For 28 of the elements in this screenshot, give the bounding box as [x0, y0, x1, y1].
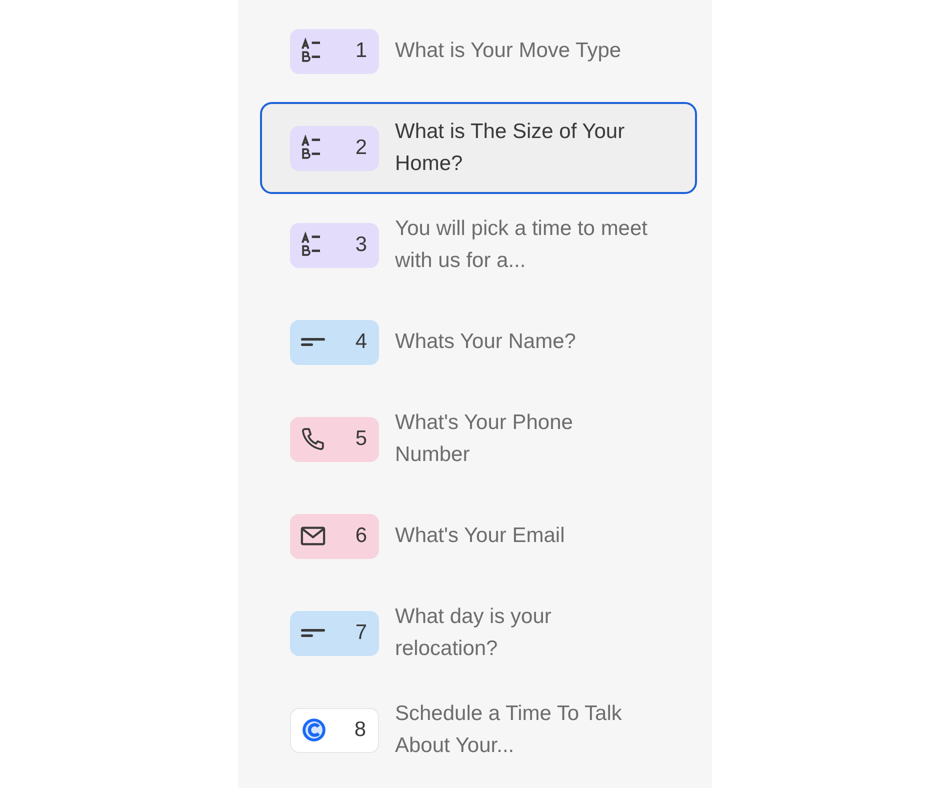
question-item[interactable]: 1 What is Your Move Type: [260, 5, 697, 97]
question-title: Schedule a Time To Talk About Your...: [395, 701, 623, 759]
question-number: 4: [355, 330, 367, 354]
short-text-icon: [301, 338, 325, 346]
question-item[interactable]: 3 You will pick a time to meet with us for a...: [260, 199, 697, 291]
question-number: 7: [355, 621, 367, 645]
question-number: 6: [355, 524, 367, 548]
question-number: 8: [354, 718, 366, 742]
phone-icon: [299, 425, 327, 453]
scheduler-logo-icon: [300, 716, 328, 744]
question-title: What is Your Move Type: [395, 38, 622, 64]
question-number: 5: [355, 427, 367, 451]
question-item[interactable]: 2 What is The Size of Your Home?: [260, 102, 697, 194]
short-text-icon: [301, 629, 325, 637]
question-title: Whats Your Name?: [395, 329, 577, 355]
question-title: What's Your Phone Number: [395, 410, 574, 468]
question-item[interactable]: 7 What day is your relocation?: [260, 587, 697, 679]
question-title: You will pick a time to meet with us for a...: [395, 216, 649, 274]
question-item[interactable]: 5 What's Your Phone Number: [260, 393, 697, 485]
question-item[interactable]: 6 What's Your Email: [260, 490, 697, 582]
question-number: 2: [355, 136, 367, 160]
question-title: What is The Size of Your Home?: [395, 119, 626, 177]
question-title: What day is your relocation?: [395, 604, 552, 662]
question-number: 3: [355, 233, 367, 257]
question-item[interactable]: 4 Whats Your Name?: [260, 296, 697, 388]
question-number: 1: [355, 39, 367, 63]
question-title: What's Your Email: [395, 523, 566, 549]
question-item[interactable]: 8 Schedule a Time To Talk About Your...: [260, 684, 697, 776]
